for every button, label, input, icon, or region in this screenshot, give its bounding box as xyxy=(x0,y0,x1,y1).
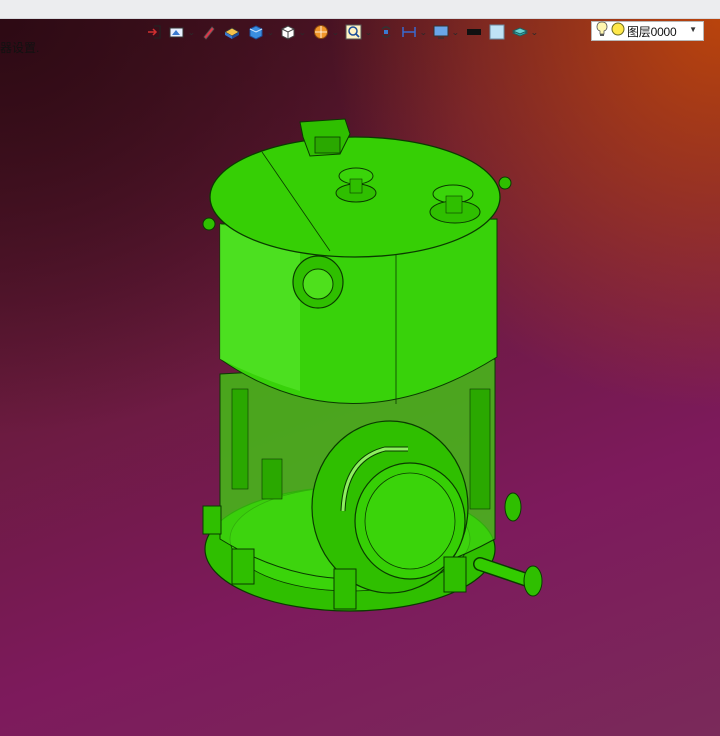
layer-select[interactable]: 图层0000 ▼ xyxy=(591,21,704,41)
monitor-icon xyxy=(432,24,450,40)
view-orient-button[interactable]: ⌄ xyxy=(168,23,195,41)
layer-stack-icon xyxy=(511,24,529,40)
lightblue-color-button[interactable] xyxy=(489,23,505,41)
pen-icon xyxy=(201,24,217,40)
chevron-down-icon: ⌄ xyxy=(298,27,307,37)
3d-viewport[interactable] xyxy=(0,19,720,736)
ball-render-icon xyxy=(312,24,330,40)
layer-label: 图层0000 xyxy=(627,24,677,39)
pen-button[interactable] xyxy=(201,23,217,41)
black-color-icon xyxy=(465,24,483,40)
chevron-down-icon: ⌄ xyxy=(266,27,275,37)
view-orient-icon xyxy=(168,24,186,40)
dropdown-arrow-icon[interactable]: ▼ xyxy=(689,25,697,34)
section-button[interactable]: ⌄ xyxy=(400,23,427,41)
rotate-icon xyxy=(378,24,394,40)
lightbulb-icon xyxy=(596,21,608,42)
status-text: 器设置. xyxy=(0,41,40,55)
cube-shade-button[interactable]: ⌄ xyxy=(247,23,274,41)
white-cube-button[interactable]: ⌄ xyxy=(279,23,307,41)
solid-shade-icon xyxy=(223,24,241,40)
view-toolbar: ⌄ ⌄ ⌄ ⌄ ⌄ ⌄ ⌄ ⌄ xyxy=(146,22,544,42)
ball-render-button[interactable]: ⌄ xyxy=(312,23,339,41)
chevron-down-icon: ⌄ xyxy=(530,27,539,37)
rotate-button[interactable] xyxy=(378,23,394,41)
white-cube-icon xyxy=(279,24,297,40)
chevron-down-icon: ⌄ xyxy=(187,27,196,37)
chevron-down-icon: ⌄ xyxy=(418,27,427,37)
monitor-button[interactable]: ⌄ xyxy=(432,23,460,41)
cube-shade-icon xyxy=(247,24,265,40)
chevron-down-icon: ⌄ xyxy=(364,27,373,37)
zoom-icon xyxy=(345,24,363,40)
chevron-down-icon: ⌄ xyxy=(451,27,460,37)
exit-icon xyxy=(146,24,162,40)
layer-stack-button[interactable]: ⌄ xyxy=(511,23,538,41)
tank-model[interactable] xyxy=(190,114,550,624)
black-color-button[interactable] xyxy=(465,23,483,41)
section-icon xyxy=(400,24,418,40)
exit-button[interactable] xyxy=(146,23,162,41)
title-bar xyxy=(0,0,720,19)
chevron-down-icon: ⌄ xyxy=(331,27,340,37)
zoom-button[interactable]: ⌄ xyxy=(345,23,372,41)
lightblue-color-icon xyxy=(489,24,505,40)
yellow-dot-icon xyxy=(611,22,625,41)
solid-shade-button[interactable] xyxy=(223,23,241,41)
